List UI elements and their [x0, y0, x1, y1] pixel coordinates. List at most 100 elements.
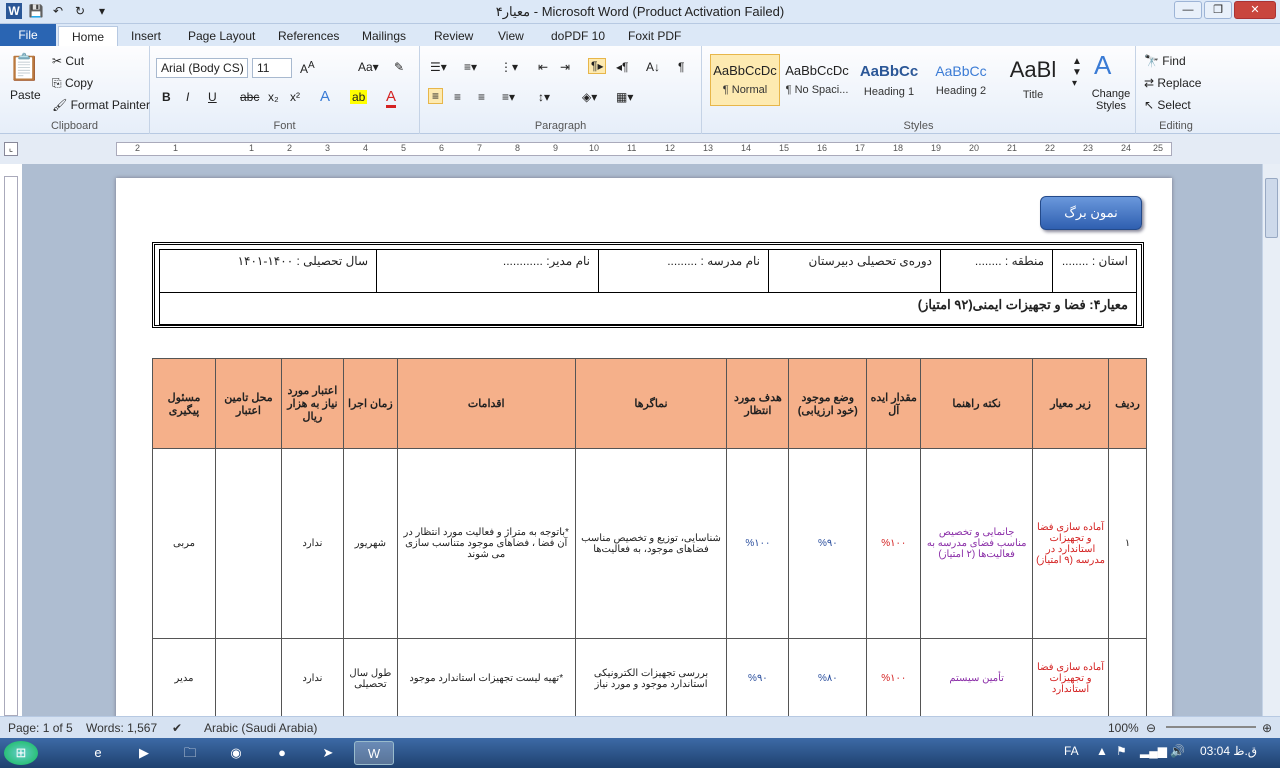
style-name: Title	[1022, 89, 1044, 101]
column-header: مسئول پیگیری	[151, 358, 217, 449]
change-styles-button[interactable]: Change Styles	[1088, 88, 1134, 112]
window-title: معیار۴ - Microsoft Word (Product Activat…	[495, 4, 785, 19]
clear-format-icon[interactable]: ✎	[394, 60, 404, 74]
cut-button[interactable]: ✂ Cut	[52, 54, 84, 68]
volume-icon[interactable]: 🔊	[1170, 744, 1185, 758]
align-center-icon[interactable]: ≡	[454, 90, 461, 104]
clock[interactable]: 03:04 ق.ظ	[1200, 744, 1257, 758]
tab-review[interactable]: Review	[434, 26, 473, 46]
proofing-icon[interactable]: ✔	[172, 721, 182, 735]
minimize-button[interactable]: —	[1174, 1, 1202, 19]
tab-file[interactable]: File	[0, 24, 56, 46]
tab-references[interactable]: References	[278, 26, 339, 46]
format-painter-button[interactable]: 🖌 Format Painter	[52, 98, 150, 112]
zoom-slider[interactable]	[1166, 726, 1256, 728]
table-cell: ۱	[1108, 448, 1147, 639]
zoom-level[interactable]: 100%	[1108, 721, 1139, 735]
tab-foxit-pdf[interactable]: Foxit PDF	[628, 26, 681, 46]
page[interactable]: نمون برگ استان : ........ منطقه : ......…	[116, 178, 1172, 738]
scroll-thumb[interactable]	[1265, 178, 1278, 238]
explorer-icon[interactable]: 🗀	[170, 741, 210, 765]
copy-button[interactable]: ⎘ Copy	[52, 76, 93, 91]
table-row: ۱ آماده سازی فضا و تجهیزات استاندارد در …	[151, 448, 1147, 639]
font-size-box[interactable]: 11	[252, 58, 292, 78]
shading-icon[interactable]: ◈▾	[582, 90, 597, 104]
word-task-icon[interactable]: W	[354, 741, 394, 765]
change-case-icon[interactable]: Aa▾	[358, 60, 379, 74]
tab-dopdf[interactable]: doPDF 10	[551, 26, 605, 46]
change-styles-icon[interactable]: A	[1094, 50, 1111, 81]
replace-button[interactable]: ⇄ Replace	[1144, 76, 1201, 90]
tab-selector-icon[interactable]: ⌞	[4, 142, 18, 156]
align-right-icon[interactable]: ≡	[478, 90, 485, 104]
bold-icon[interactable]: B	[162, 90, 171, 104]
borders-icon[interactable]: ▦▾	[616, 90, 633, 104]
page-count[interactable]: Page: 1 of 5	[8, 721, 73, 735]
decrease-indent-icon[interactable]: ⇤	[538, 60, 548, 74]
rtl-icon[interactable]: ◂¶	[616, 60, 628, 74]
paste-icon[interactable]: 📋	[8, 52, 40, 83]
highlight-icon[interactable]: ab	[350, 90, 368, 104]
underline-icon[interactable]: U	[208, 90, 217, 104]
ltr-icon[interactable]: ¶▸	[588, 58, 607, 74]
media-player-icon[interactable]: ▶	[124, 741, 164, 765]
network-icon[interactable]: ▂▄▆	[1140, 744, 1167, 758]
tab-home[interactable]: Home	[58, 26, 118, 46]
horizontal-ruler[interactable]: 2 1 1 2 3 4 5 6 7 8 9 10 11 12 13 14 15 16 17 18 19 20 21 22 23 2…	[116, 142, 1172, 156]
zoom-in-icon[interactable]: ⊕	[1262, 721, 1272, 735]
firefox-icon[interactable]: ●	[262, 741, 302, 765]
text-effects-icon[interactable]: A	[320, 88, 330, 105]
styles-scroll-icon[interactable]: ▲ ▼ ▾	[1072, 56, 1082, 89]
style-heading-1[interactable]: AaBbCc Heading 1	[854, 54, 924, 106]
italic-icon[interactable]: I	[186, 90, 189, 104]
show-marks-icon[interactable]: ¶	[678, 60, 684, 74]
multilevel-list-icon[interactable]: ⋮▾	[500, 60, 518, 74]
telegram-icon[interactable]: ➤	[308, 741, 348, 765]
tab-page-layout[interactable]: Page Layout	[188, 26, 255, 46]
tab-insert[interactable]: Insert	[131, 26, 161, 46]
input-language[interactable]: FA	[1064, 744, 1079, 758]
style-name: Heading 1	[863, 86, 915, 98]
tab-mailings[interactable]: Mailings	[362, 26, 406, 46]
close-button[interactable]: ✕	[1234, 1, 1276, 19]
style-heading-2[interactable]: AaBbCc Heading 2	[926, 54, 996, 106]
start-button[interactable]: ⊞	[4, 741, 38, 765]
vertical-scrollbar[interactable]	[1262, 164, 1280, 716]
style-no-spacing[interactable]: AaBbCcDc ¶ No Spaci...	[782, 54, 852, 106]
style-title[interactable]: AaBl Title	[998, 54, 1068, 106]
grow-font-icon[interactable]: AA	[300, 60, 315, 76]
vertical-ruler[interactable]	[4, 176, 18, 716]
numbering-icon[interactable]: ≡▾	[464, 60, 477, 74]
cut-icon: ✂	[52, 54, 66, 68]
tab-view[interactable]: View	[498, 26, 524, 46]
font-color-icon[interactable]: A	[386, 88, 397, 108]
style-normal[interactable]: AaBbCcDc ¶ Normal	[710, 54, 780, 106]
superscript-icon[interactable]: x²	[290, 90, 300, 104]
bullets-icon[interactable]: ☰▾	[430, 60, 447, 74]
header-cell-province: استان : ........	[1052, 250, 1136, 292]
font-name-box[interactable]: Arial (Body CS)	[156, 58, 248, 78]
table-cell: %۱۰۰	[866, 448, 922, 639]
strikethrough-icon[interactable]: abc	[240, 90, 259, 104]
sort-icon[interactable]: A↓	[646, 60, 660, 74]
cursor-icon: ↖	[1144, 98, 1158, 112]
word-count[interactable]: Words: 1,567	[86, 721, 157, 735]
flag-icon[interactable]: ⚑	[1116, 744, 1127, 758]
language-status[interactable]: Arabic (Saudi Arabia)	[204, 721, 317, 735]
increase-indent-icon[interactable]: ⇥	[560, 60, 570, 74]
subscript-icon[interactable]: x₂	[268, 90, 279, 104]
zoom-out-icon[interactable]: ⊖	[1146, 721, 1156, 735]
restore-button[interactable]: ❐	[1204, 1, 1232, 19]
line-spacing-icon[interactable]: ↕▾	[538, 90, 550, 104]
column-header: وضع موجود (خود ارزیابی)	[788, 358, 868, 449]
paste-button[interactable]: Paste	[10, 88, 41, 102]
ie-icon[interactable]: e	[78, 741, 118, 765]
find-button[interactable]: 🔭 Find	[1144, 54, 1186, 68]
justify-icon[interactable]: ≡▾	[502, 90, 515, 104]
select-button[interactable]: ↖ Select	[1144, 98, 1191, 112]
select-label: Select	[1157, 98, 1191, 112]
chrome-icon[interactable]: ◉	[216, 741, 256, 765]
replace-label: Replace	[1157, 76, 1202, 90]
align-left-icon[interactable]: ≡	[428, 88, 444, 104]
tray-arrow-icon[interactable]: ▲	[1096, 744, 1108, 758]
